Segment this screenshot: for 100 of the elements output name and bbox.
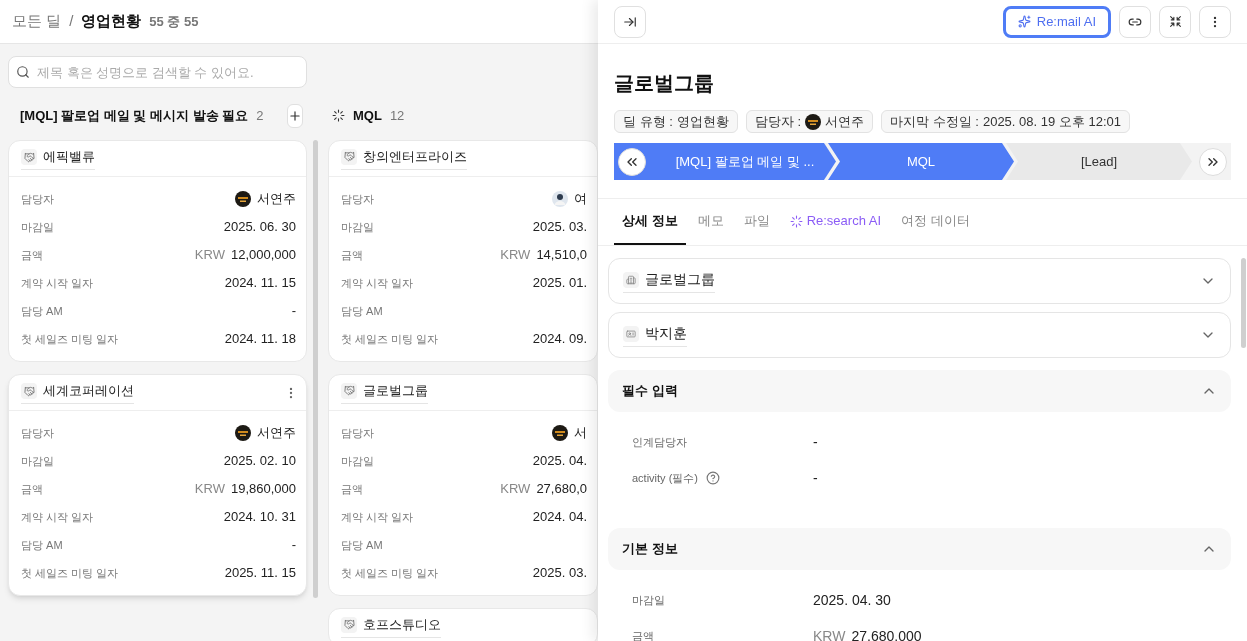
- currency-code: KRW: [194, 480, 225, 499]
- pipeline-stage[interactable]: MQL: [828, 143, 1014, 180]
- chip-value: 2025. 08. 19 오후 12:01: [982, 112, 1121, 131]
- field-label: 담당 AM: [341, 303, 383, 319]
- chip-value: 영업현황: [676, 112, 729, 131]
- deal-title[interactable]: 에픽밸류: [43, 147, 95, 167]
- field-label: 담당 AM: [21, 303, 63, 319]
- field-label: 마감일: [341, 453, 374, 469]
- field-label: 담당자: [341, 191, 374, 207]
- field-label: 담당 AM: [21, 537, 63, 553]
- shrink-icon: [1168, 15, 1182, 28]
- section-header[interactable]: 기본 정보: [608, 528, 1231, 570]
- tab[interactable]: 상세 정보: [614, 199, 686, 245]
- field-label: 담당자: [341, 425, 374, 441]
- field-value: 2024. 11. 15: [224, 274, 296, 293]
- ai-button[interactable]: Re:mail AI: [1002, 5, 1111, 38]
- deal-card[interactable]: 에픽밸류 담당자 서연주 마감일 2025. 06. 30 금액 KRW 12,000,000 계약 시작 일자 2024. 11. 15 담당 AM - 첫 세일즈 미팅 일자 2024. 11. 18: [8, 140, 307, 362]
- related-record-card[interactable]: 글로벌그룹: [608, 258, 1231, 304]
- section-title: 기본 정보: [622, 540, 678, 559]
- column-count: 2: [256, 107, 264, 126]
- page-title: 영업현황: [81, 11, 142, 32]
- scrollbar[interactable]: [1241, 258, 1246, 348]
- field-value: -: [813, 432, 818, 452]
- help-icon[interactable]: [706, 471, 720, 485]
- amount-value: 27,680,0: [536, 480, 587, 499]
- field-value: -: [291, 302, 296, 321]
- field-value: 2025. 03.: [532, 564, 587, 583]
- deal-title[interactable]: 창의엔터프라이즈: [363, 147, 467, 167]
- sparkle-icon: [789, 214, 803, 228]
- tab[interactable]: 메모: [689, 199, 732, 245]
- deal-title[interactable]: 호프스튜디오: [363, 615, 441, 635]
- column-title: [MQL] 팔로업 메일 및 메시지 발송 필요: [20, 107, 249, 126]
- building-icon: [623, 271, 639, 288]
- field-label: 마감일: [341, 219, 374, 235]
- field-label: activity (필수): [632, 470, 698, 486]
- avatar-icon: [235, 425, 251, 441]
- amount-value: 19,860,000: [230, 480, 296, 499]
- field-value: 2025. 06. 30: [223, 218, 296, 237]
- field-value: -: [291, 536, 296, 555]
- field-label: 담당 AM: [341, 537, 383, 553]
- owner-name: 서: [574, 424, 587, 443]
- field-label: 첫 세일즈 미팅 일자: [341, 565, 439, 581]
- breadcrumb-link[interactable]: 모든 딜: [12, 10, 62, 33]
- chip-label: 딜 유형 :: [623, 112, 673, 131]
- field-value: 2024. 10. 31: [223, 508, 296, 527]
- chip-label: 담당자 :: [754, 112, 802, 131]
- deal-card[interactable]: 세계코퍼레이션 담당자 서연주 마감일 2025. 02. 10 금액 KRW 19,860,000 계약 시작 일자 2024. 10. 31 담당 AM - 첫 세일즈 미팅 일자 2025. 11. 15: [8, 374, 307, 596]
- field-value: 2024. 09.: [532, 330, 587, 349]
- field-label: 계약 시작 일자: [341, 509, 414, 525]
- deal-card[interactable]: 창의엔터프라이즈 담당자 여 마감일 2025. 03. 금액 KRW 14,510,0 계약 시작 일자 2025. 01. 담당 AM 첫 세일즈 미팅 일자 2024. 09.: [328, 139, 598, 362]
- scrollbar[interactable]: [313, 140, 318, 598]
- sparkle-icon: [1017, 15, 1031, 28]
- column-title: MQL: [353, 107, 382, 126]
- amount-value: 12,000,000: [230, 246, 296, 265]
- field-label: 금액: [21, 481, 43, 497]
- field-value: 2025. 04. 30: [813, 590, 891, 610]
- field-label: 인계담당자: [632, 434, 687, 450]
- handshake-icon: [341, 148, 357, 165]
- deal-count: 55 중 55: [149, 12, 199, 31]
- record-name[interactable]: 글로벌그룹: [645, 269, 715, 290]
- field-label: 첫 세일즈 미팅 일자: [21, 331, 119, 347]
- field-value: 2024. 04.: [532, 508, 587, 527]
- deal-card[interactable]: 호프스튜디오: [328, 607, 598, 641]
- avatar-icon: [235, 191, 251, 207]
- tab[interactable]: 파일: [735, 199, 778, 245]
- owner-name: 서연주: [257, 424, 296, 443]
- pipeline-stage[interactable]: [MQL] 팔로업 메일 및 ...: [614, 143, 836, 180]
- shrink-button[interactable]: [1159, 5, 1191, 38]
- currency-code: KRW: [500, 246, 531, 265]
- chip-label: 마지막 수정일 :: [890, 112, 979, 131]
- field-label: 마감일: [632, 592, 665, 608]
- section-header[interactable]: 필수 입력: [608, 370, 1231, 412]
- field-label: 금액: [632, 628, 654, 641]
- field-label: 담당자: [21, 425, 54, 441]
- handshake-icon: [21, 383, 37, 399]
- field-value: 2025. 01.: [532, 274, 587, 293]
- field-label: 금액: [341, 481, 363, 497]
- field-label: 담당자: [21, 191, 54, 207]
- related-record-card[interactable]: 박지훈: [608, 312, 1231, 358]
- field-value: 2024. 11. 18: [224, 330, 296, 349]
- tab[interactable]: 여정 데이터: [893, 199, 978, 245]
- record-name[interactable]: 박지훈: [645, 323, 687, 344]
- deal-title[interactable]: 글로벌그룹: [363, 381, 428, 401]
- next-stage-button[interactable]: [1199, 147, 1227, 176]
- field-value: -: [813, 468, 818, 488]
- tab[interactable]: Re:search AI: [781, 199, 890, 245]
- status-icon: [332, 109, 345, 123]
- avatar-icon: [552, 190, 568, 207]
- collapse-panel-button[interactable]: [614, 5, 646, 38]
- add-button[interactable]: [287, 104, 304, 128]
- owner-name: 여: [574, 190, 587, 209]
- field-label: 첫 세일즈 미팅 일자: [341, 331, 439, 347]
- deal-title[interactable]: 세계코퍼레이션: [43, 381, 134, 401]
- deal-card[interactable]: 글로벌그룹 담당자 서 마감일 2025. 04. 금액 KRW 27,680,0 계약 시작 일자 2024. 04. 담당 AM 첫 세일즈 미팅 일자 2025. 03.: [328, 373, 598, 596]
- field-label: 첫 세일즈 미팅 일자: [21, 565, 119, 581]
- link-button[interactable]: [1119, 5, 1151, 38]
- pipeline-stage[interactable]: [Lead]: [1006, 143, 1192, 180]
- field-label: 계약 시작 일자: [341, 275, 414, 291]
- search-field[interactable]: 제목 혹은 성명으로 검색할 수 있어요.: [8, 56, 307, 88]
- section-title: 필수 입력: [622, 382, 678, 401]
